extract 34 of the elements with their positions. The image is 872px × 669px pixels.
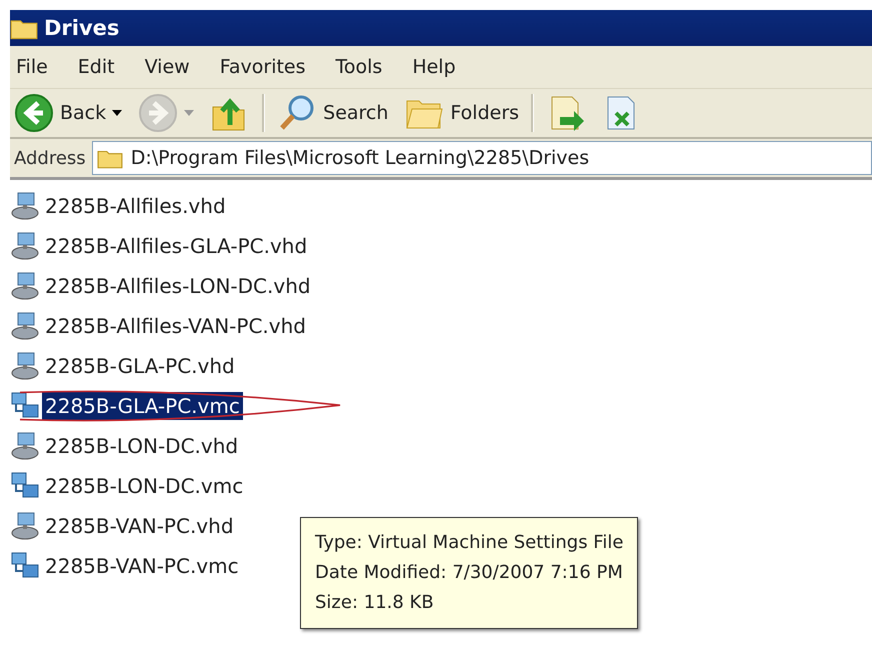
disk-computer-icon [10,271,40,301]
filename-entry[interactable]: 2285B-Allfiles-LON-DC.vhd [42,272,314,300]
caret-icon [112,110,122,116]
filename-entry[interactable]: 2285B-GLA-PC.vmc [42,392,243,420]
filename-entry[interactable]: 2285B-LON-DC.vhd [42,432,242,460]
filename-entry[interactable]: 2285B-GLA-PC.vhd [42,352,238,380]
filename-entry[interactable]: 2285B-Allfiles.vhd [42,192,229,220]
filename-entry[interactable]: 2285B-VAN-PC.vhd [42,512,237,540]
disk-computer-icon [10,351,40,381]
tooltip-line: Type: Virtual Machine Settings File [315,531,624,555]
disk-computer-icon [10,511,40,541]
disk-computer-icon [10,311,40,341]
search-button[interactable]: Search [273,91,392,135]
window-title: Drives [44,16,120,40]
filename-entry[interactable]: 2285B-LON-DC.vmc [42,472,246,500]
filename-entry[interactable]: 2285B-Allfiles-VAN-PC.vhd [42,312,309,340]
disk-computer-icon [10,431,40,461]
tooltip-line: Date Modified: 7/30/2007 7:16 PM [315,561,624,585]
menu-item[interactable]: Favorites [220,56,306,78]
disk-computer-icon [10,191,40,221]
address-field[interactable]: D:\Program Files\Microsoft Learning\2285\Drives [92,141,872,175]
filename-entry[interactable]: 2285B-VAN-PC.vmc [42,552,242,580]
disk-computer-icon [10,231,40,261]
tooltip-line: Size: 11.8 KB [315,591,435,615]
folders-button[interactable]: Folders [400,91,524,135]
filename-entry[interactable]: 2285B-Allfiles-GLA-PC.vhd [42,232,310,260]
menu-item[interactable]: Help [412,56,456,78]
menu-item[interactable]: Tools [336,56,382,78]
address-label: Address [13,148,86,168]
menu-item[interactable]: File [16,56,48,78]
caret-icon [184,110,194,116]
back-button[interactable]: Back [10,91,126,135]
menu-item[interactable]: Edit [78,56,115,78]
menu-item[interactable]: View [144,56,190,78]
